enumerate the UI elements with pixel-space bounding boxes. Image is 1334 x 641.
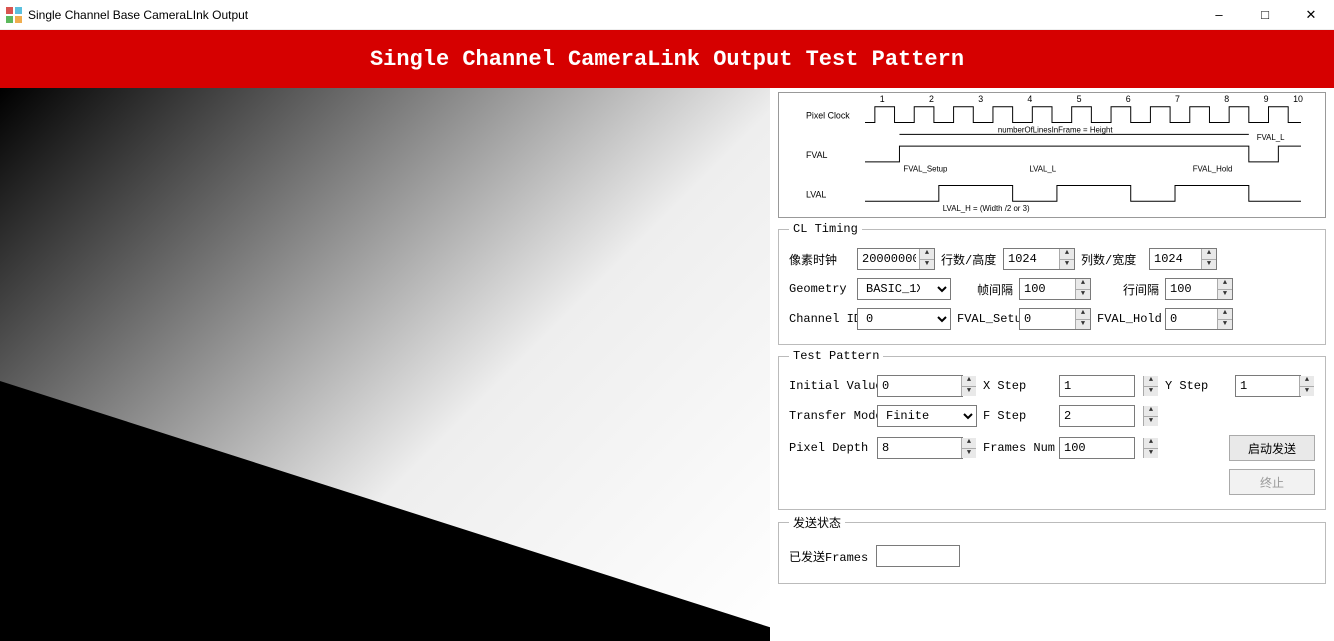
minimize-button[interactable]: –: [1196, 0, 1242, 30]
lval-label: LVAL: [806, 189, 826, 199]
spin-buttons[interactable]: ▲▼: [1075, 309, 1090, 329]
xstep-field-label: X Step: [983, 379, 1053, 393]
cl-timing-group: CL Timing 像素时钟 ▲▼ 行数/高度 ▲▼ 列数/宽度 ▲▼ Geom…: [778, 222, 1326, 345]
cols-field-label: 列数/宽度: [1081, 251, 1143, 268]
test-pattern-group: Test Pattern Initial Value ▲▼ X Step ▲▼ …: [778, 349, 1326, 510]
spin-buttons[interactable]: ▲▼: [1143, 376, 1158, 396]
test-pattern-preview: [0, 88, 770, 641]
titlebar: Single Channel Base CameraLInk Output – …: [0, 0, 1334, 30]
page-header: Single Channel CameraLink Output Test Pa…: [0, 30, 1334, 88]
geometry-select[interactable]: BASIC_1X2_: [857, 278, 951, 300]
spin-buttons[interactable]: ▲▼: [961, 376, 976, 396]
send-status-legend: 发送状态: [789, 514, 845, 531]
annot-lval-h: LVAL_H = (Width /2 or 3): [943, 204, 1030, 213]
tick-6: 6: [1126, 94, 1131, 104]
frames-num-input[interactable]: [1059, 437, 1135, 459]
annot-fval-l: FVAL_L: [1257, 133, 1285, 142]
frames-num-field-label: Frames Num: [983, 441, 1053, 455]
pixel-depth-field-label: Pixel Depth: [789, 441, 871, 455]
tick-5: 5: [1077, 94, 1082, 104]
tick-2: 2: [929, 94, 934, 104]
send-status-group: 发送状态 已发送Frames: [778, 514, 1326, 584]
spin-buttons[interactable]: ▲▼: [919, 249, 934, 269]
spin-buttons[interactable]: ▲▼: [1217, 309, 1232, 329]
app-icon: [6, 7, 22, 23]
pixel-clock-label: Pixel Clock: [806, 111, 850, 121]
spin-buttons[interactable]: ▲▼: [1201, 249, 1216, 269]
fval-hold-field-label: FVAL_Hold: [1097, 312, 1159, 326]
xstep-input[interactable]: [1059, 375, 1135, 397]
spin-buttons[interactable]: ▲▼: [1143, 438, 1158, 458]
spin-buttons[interactable]: ▲▼: [1059, 249, 1074, 269]
initial-value-input[interactable]: [877, 375, 963, 397]
rows-field-label: 行数/高度: [941, 251, 997, 268]
annot-lval-l: LVAL_L: [1029, 165, 1056, 174]
tick-8: 8: [1224, 94, 1229, 104]
fval-setup-field-label: FVAL_Setup: [957, 312, 1013, 326]
window-title: Single Channel Base CameraLInk Output: [28, 8, 248, 22]
maximize-button[interactable]: □: [1242, 0, 1288, 30]
spin-buttons[interactable]: ▲▼: [1299, 376, 1314, 396]
tick-7: 7: [1175, 94, 1180, 104]
fstep-field-label: F Step: [983, 409, 1053, 423]
tick-10: 10: [1293, 94, 1303, 104]
pixel-depth-input[interactable]: [877, 437, 963, 459]
spin-buttons[interactable]: ▲▼: [1217, 279, 1232, 299]
channel-id-field-label: Channel ID: [789, 312, 851, 326]
annot-numlines: numberOfLinesInFrame = Height: [998, 125, 1113, 134]
transfer-mode-field-label: Transfer Mode: [789, 409, 871, 423]
frame-gap-field-label: 帧间隔: [957, 281, 1013, 298]
annot-fval-hold: FVAL_Hold: [1193, 165, 1233, 174]
pixel-clock-field-label: 像素时钟: [789, 251, 851, 268]
spin-buttons[interactable]: ▲▼: [1143, 406, 1158, 426]
fval-label: FVAL: [806, 150, 828, 160]
ystep-field-label: Y Step: [1165, 379, 1229, 393]
tick-4: 4: [1027, 94, 1032, 104]
ystep-input[interactable]: [1235, 375, 1301, 397]
tick-9: 9: [1264, 94, 1269, 104]
settings-panel: 1 2 3 4 5 6 7 8 9 10 Pixel Clock FVAL LV…: [770, 88, 1334, 641]
fstep-input[interactable]: [1059, 405, 1135, 427]
transfer-mode-select[interactable]: Finite: [877, 405, 977, 427]
start-send-button[interactable]: 启动发送: [1229, 435, 1315, 461]
line-gap-field-label: 行间隔: [1097, 281, 1159, 298]
tick-3: 3: [978, 94, 983, 104]
initial-value-field-label: Initial Value: [789, 379, 871, 393]
spin-buttons[interactable]: ▲▼: [961, 438, 976, 458]
channel-id-select[interactable]: 0: [857, 308, 951, 330]
cl-timing-legend: CL Timing: [789, 222, 862, 236]
test-pattern-legend: Test Pattern: [789, 349, 883, 363]
annot-fval-setup: FVAL_Setup: [903, 165, 948, 174]
tick-1: 1: [880, 94, 885, 104]
close-button[interactable]: ✕: [1288, 0, 1334, 30]
spin-buttons[interactable]: ▲▼: [1075, 279, 1090, 299]
timing-diagram: 1 2 3 4 5 6 7 8 9 10 Pixel Clock FVAL LV…: [778, 92, 1326, 218]
stop-button[interactable]: 终止: [1229, 469, 1315, 495]
geometry-field-label: Geometry: [789, 282, 851, 296]
sent-frames-output: [876, 545, 960, 567]
sent-frames-label: 已发送Frames: [789, 548, 868, 565]
page-title: Single Channel CameraLink Output Test Pa…: [370, 47, 964, 72]
